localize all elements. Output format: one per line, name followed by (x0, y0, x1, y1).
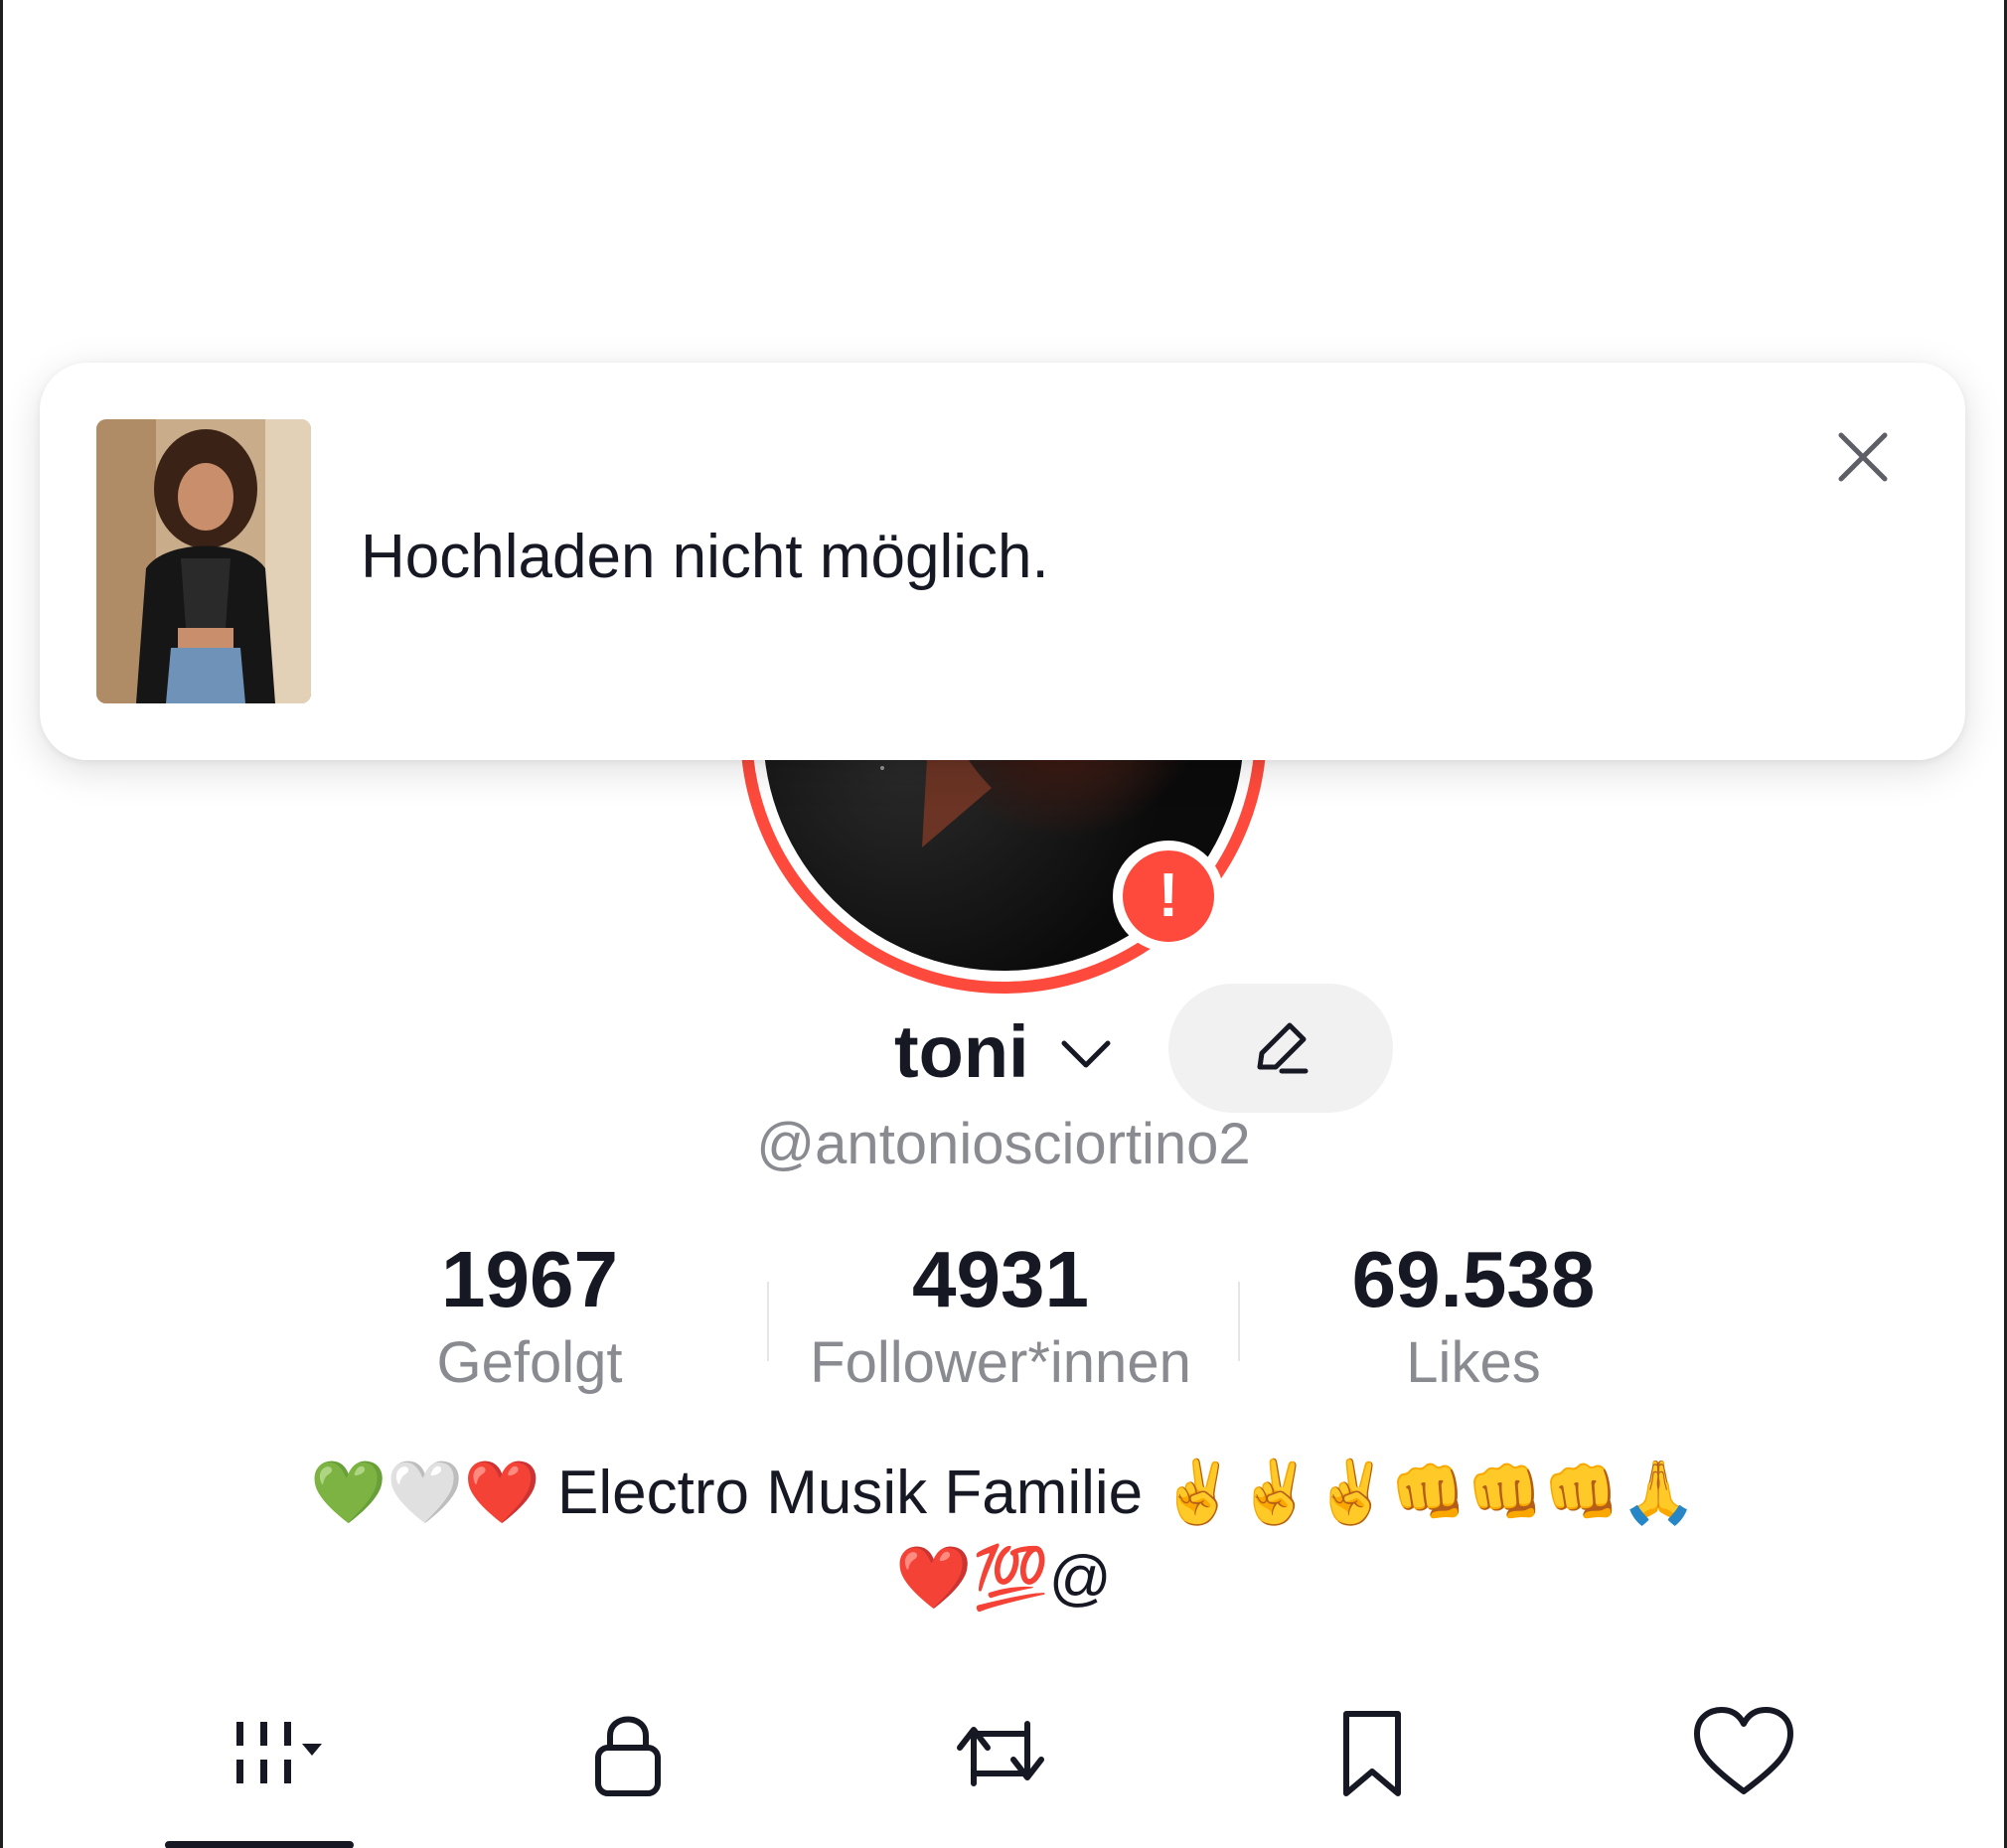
repost-icon (957, 1721, 1044, 1786)
thumbnail-image (96, 419, 311, 703)
tab-favorites[interactable] (1273, 1694, 1471, 1813)
stat-value: 4931 (912, 1235, 1089, 1323)
stat-following[interactable]: 1967 Gefolgt (316, 1240, 743, 1395)
stat-divider (1238, 1282, 1240, 1361)
stat-likes[interactable]: 69.538 Likes (1260, 1240, 1687, 1395)
stat-value: 69.538 (1351, 1235, 1596, 1323)
profile-name-row: toni (0, 984, 2007, 1113)
photo-thumbnail (96, 419, 311, 703)
pencil-icon (1257, 1022, 1309, 1074)
heart-icon (1694, 1707, 1793, 1794)
tab-reposts[interactable] (901, 1694, 1100, 1813)
grid-icon (236, 1722, 322, 1783)
stat-label: Likes (1406, 1330, 1541, 1395)
lock-icon (595, 1716, 661, 1796)
upload-failed-toast[interactable]: Hochladen nicht möglich. (40, 363, 1965, 760)
profile-page: ! Hochladen nicht möglich. toni @antonio… (0, 0, 2007, 1848)
bio: 💚🤍❤️ Electro Musik Familie ✌️✌️✌️👊👊👊🙏 ❤️… (0, 1451, 2007, 1621)
bio-line: 💚🤍❤️ Electro Musik Familie ✌️✌️✌️👊👊👊🙏 (310, 1459, 1697, 1527)
upload-error-badge[interactable]: ! (1113, 841, 1224, 952)
stat-value: 1967 (441, 1235, 618, 1323)
username: @antoniosciortino2 (756, 1112, 1251, 1176)
active-tab-indicator (165, 1841, 354, 1848)
stat-label: Gefolgt (436, 1330, 623, 1395)
alert-icon: ! (1158, 861, 1179, 930)
tab-videos[interactable] (160, 1694, 359, 1813)
edit-profile-button[interactable] (1168, 984, 1393, 1113)
display-name[interactable]: toni (894, 1009, 1029, 1094)
tab-private[interactable] (529, 1694, 727, 1813)
toast-message: Hochladen nicht möglich. (361, 523, 1049, 591)
stat-label: Follower*innen (810, 1330, 1191, 1395)
bio-line: ❤️💯@ (895, 1544, 1112, 1613)
profile-tabs (0, 1694, 2007, 1848)
stat-divider (767, 1282, 769, 1361)
stat-followers[interactable]: 4931 Follower*innen (787, 1240, 1214, 1395)
chevron-down-icon[interactable] (1056, 1029, 1116, 1079)
close-icon[interactable] (1828, 422, 1898, 492)
tab-liked[interactable] (1644, 1694, 1843, 1813)
bookmark-icon (1343, 1711, 1401, 1796)
